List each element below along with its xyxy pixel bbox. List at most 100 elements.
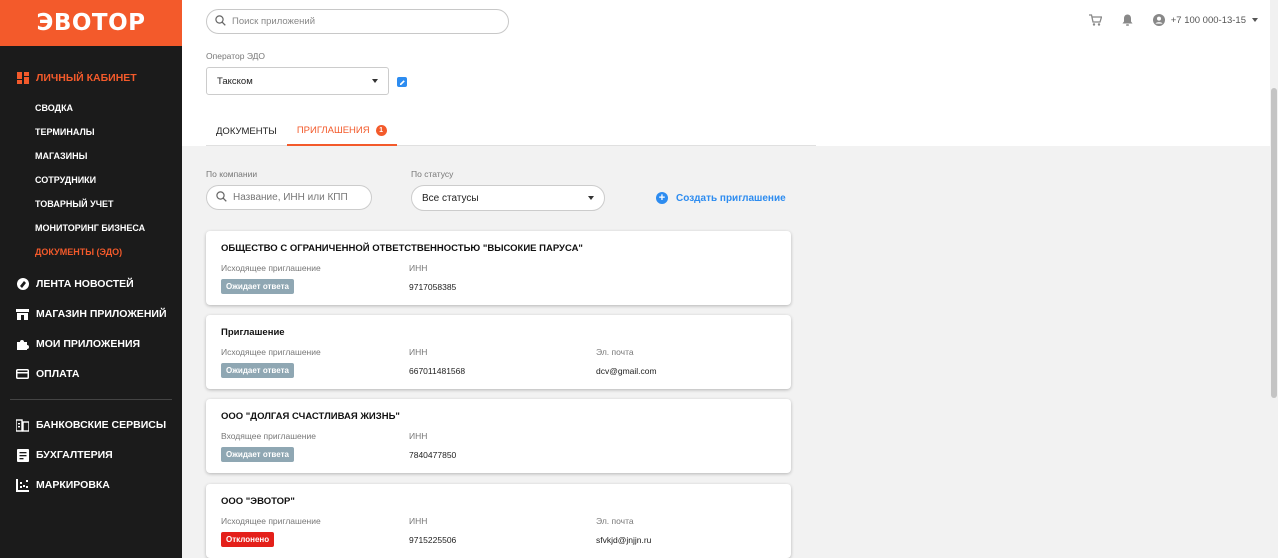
invitation-card[interactable]: Приглашение Исходящее приглашение Ожидае… (206, 315, 791, 389)
sidebar-item-summary[interactable]: СВОДКА (0, 96, 182, 120)
bank-icon (16, 418, 29, 432)
nav-app-store[interactable]: МАГАЗИН ПРИЛОЖЕНИЙ (0, 299, 182, 329)
nav-personal-account[interactable]: ЛИЧНЫЙ КАБИНЕТ (0, 68, 182, 88)
store-icon (16, 308, 29, 321)
nav-banking[interactable]: БАНКОВСКИЕ СЕРВИСЫ (0, 410, 182, 440)
status-badge: Ожидает ответа (221, 447, 294, 462)
operator-value: Такском (217, 75, 253, 87)
sidebar-item-employees[interactable]: СОТРУДНИКИ (0, 168, 182, 192)
tab-documents[interactable]: ДОКУМЕНТЫ (206, 116, 287, 146)
nav-my-apps-label: МОИ ПРИЛОЖЕНИЯ (36, 338, 141, 350)
chevron-down-icon (588, 196, 594, 200)
email-label: Эл. почта (596, 347, 634, 357)
inn-value: 7840477850 (409, 450, 457, 460)
invitation-card[interactable]: ООО "ДОЛГАЯ СЧАСТЛИВАЯ ЖИЗНЬ" Входящее п… (206, 399, 791, 473)
company-filter-label: По компании (206, 169, 258, 179)
bell-icon[interactable] (1122, 14, 1133, 26)
chevron-down-icon (372, 79, 378, 83)
tabs: ДОКУМЕНТЫ ПРИГЛАШЕНИЯ 1 (206, 116, 816, 146)
invitations-count-badge: 1 (375, 124, 387, 136)
invitation-title: ОБЩЕСТВО С ОГРАНИЧЕННОЙ ОТВЕТСТВЕННОСТЬЮ… (221, 243, 583, 254)
tab-invitations-label: ПРИГЛАШЕНИЯ (296, 124, 370, 136)
dashboard-icon (16, 72, 29, 85)
sidebar-item-stores[interactable]: МАГАЗИНЫ (0, 144, 182, 168)
company-search[interactable] (206, 185, 372, 210)
status-select[interactable]: Все статусы (411, 185, 605, 211)
invitation-type: Входящее приглашение (221, 431, 316, 441)
email-label: Эл. почта (596, 516, 634, 526)
user-icon (1152, 14, 1165, 26)
main-content: Оператор ЭДО Такском ДОКУМЕНТЫ ПРИГЛАШЕН… (182, 46, 1278, 558)
sidebar-item-monitoring[interactable]: МОНИТОРИНГ БИЗНЕСА (0, 216, 182, 240)
account-menu[interactable]: +7 100 000-13-15 (1152, 14, 1258, 26)
tab-invitations[interactable]: ПРИГЛАШЕНИЯ 1 (286, 116, 397, 146)
company-search-input[interactable] (233, 192, 363, 203)
invitation-card[interactable]: ОБЩЕСТВО С ОГРАНИЧЕННОЙ ОТВЕТСТВЕННОСТЬЮ… (206, 231, 791, 305)
invitation-title: Приглашение (221, 327, 285, 338)
sidebar: ЭВОТОР ЛИЧНЫЙ КАБИНЕТ СВОДКА ТЕРМИНАЛЫ М… (0, 0, 182, 558)
inn-label: ИНН (409, 263, 428, 273)
inn-value: 9717058385 (409, 282, 457, 292)
logo-text: ЭВОТОР (36, 10, 146, 36)
inn-label: ИНН (409, 431, 428, 441)
sidebar-divider (10, 399, 172, 400)
inn-value: 667011481568 (409, 366, 466, 376)
invitation-type: Исходящее приглашение (221, 516, 321, 526)
puzzle-icon (16, 338, 29, 351)
topbar: +7 100 000-13-15 (182, 0, 1278, 46)
nav-accounting-label: БУХГАЛТЕРИЯ (36, 449, 113, 461)
nav-payment[interactable]: ОПЛАТА (0, 359, 182, 389)
cart-icon[interactable] (1088, 14, 1102, 26)
sidebar-item-edo-documents[interactable]: ДОКУМЕНТЫ (ЭДО) (0, 240, 182, 264)
create-invitation-button[interactable]: + Создать приглашение (656, 192, 786, 204)
account-phone: +7 100 000-13-15 (1170, 14, 1246, 26)
datamatrix-icon (16, 478, 29, 492)
logo[interactable]: ЭВОТОР (0, 0, 182, 46)
app-search-input[interactable] (232, 16, 482, 27)
inn-label: ИНН (409, 347, 428, 357)
invitation-title: ООО "ДОЛГАЯ СЧАСТЛИВАЯ ЖИЗНЬ" (221, 411, 400, 422)
invitation-type: Исходящее приглашение (221, 263, 321, 273)
nav-marking-label: МАРКИРОВКА (36, 479, 110, 491)
search-icon (216, 189, 227, 207)
sidebar-item-inventory[interactable]: ТОВАРНЫЙ УЧЕТ (0, 192, 182, 216)
news-icon (16, 278, 29, 291)
email-value: sfvkjd@jnjjn.ru (596, 535, 652, 545)
ledger-icon (16, 448, 29, 462)
chevron-down-icon (1252, 18, 1258, 22)
create-invitation-label: Создать приглашение (676, 192, 786, 204)
edit-icon[interactable] (397, 77, 407, 87)
status-select-value: Все статусы (422, 192, 479, 204)
nav-personal-account-label: ЛИЧНЫЙ КАБИНЕТ (36, 72, 137, 84)
operator-select[interactable]: Такском (206, 67, 389, 95)
page-scrollbar[interactable] (1270, 0, 1278, 558)
plus-icon: + (656, 192, 668, 204)
nav-accounting[interactable]: БУХГАЛТЕРИЯ (0, 440, 182, 470)
nav-my-apps[interactable]: МОИ ПРИЛОЖЕНИЯ (0, 329, 182, 359)
nav-banking-label: БАНКОВСКИЕ СЕРВИСЫ (36, 419, 167, 431)
invitation-type: Исходящее приглашение (221, 347, 321, 357)
sidebar-item-terminals[interactable]: ТЕРМИНАЛЫ (0, 120, 182, 144)
invitation-title: ООО "ЭВОТОР" (221, 496, 295, 507)
nav-news[interactable]: ЛЕНТА НОВОСТЕЙ (0, 269, 182, 299)
nav: ЛИЧНЫЙ КАБИНЕТ СВОДКА ТЕРМИНАЛЫ МАГАЗИНЫ… (0, 46, 182, 500)
inn-label: ИНН (409, 516, 428, 526)
top-right-controls: +7 100 000-13-15 (1069, 14, 1258, 26)
nav-payment-label: ОПЛАТА (36, 368, 80, 380)
status-badge: Ожидает ответа (221, 279, 294, 294)
inn-value: 9715225506 (409, 535, 457, 545)
tab-documents-label: ДОКУМЕНТЫ (216, 125, 277, 137)
status-badge: Ожидает ответа (221, 363, 294, 378)
card-icon (16, 368, 29, 381)
app-search[interactable] (206, 9, 509, 34)
status-badge: Отклонено (221, 532, 275, 547)
status-filter-label: По статусу (411, 169, 454, 179)
nav-app-store-label: МАГАЗИН ПРИЛОЖЕНИЙ (36, 308, 167, 320)
search-icon (215, 13, 226, 31)
nav-marking[interactable]: МАРКИРОВКА (0, 470, 182, 500)
operator-label: Оператор ЭДО (206, 51, 266, 61)
scrollbar-thumb[interactable] (1271, 88, 1277, 398)
nav-news-label: ЛЕНТА НОВОСТЕЙ (36, 278, 134, 290)
email-value: dcv@gmail.com (596, 366, 657, 376)
invitation-card[interactable]: ООО "ЭВОТОР" Исходящее приглашение Откло… (206, 484, 791, 558)
